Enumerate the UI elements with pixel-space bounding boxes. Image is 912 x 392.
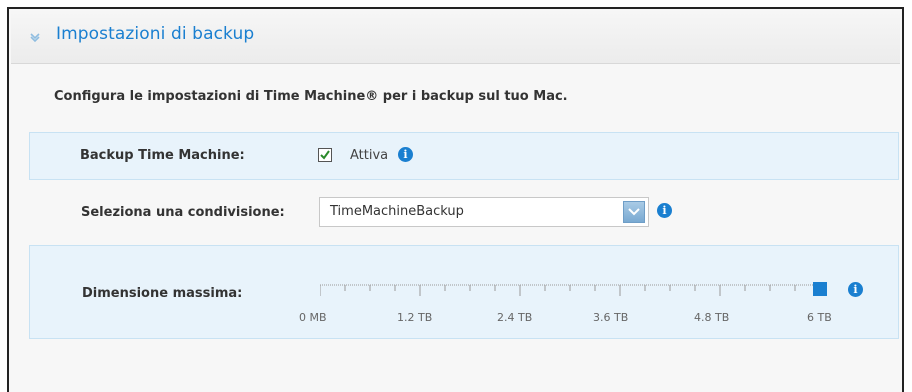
checkmark-icon	[320, 150, 330, 160]
share-select-value: TimeMachineBackup	[330, 204, 464, 219]
dropdown-button[interactable]	[623, 201, 645, 223]
section-description: Configura le impostazioni di Time Machin…	[54, 89, 568, 104]
section-header[interactable]: Impostazioni di backup	[11, 11, 900, 64]
max-size-slider[interactable]	[320, 282, 830, 308]
time-machine-row: Backup Time Machine: Attiva i	[29, 132, 899, 180]
slider-track[interactable]	[320, 282, 830, 308]
info-icon[interactable]: i	[848, 282, 863, 297]
tick-label: 2.4 TB	[497, 311, 533, 324]
slider-handle[interactable]	[813, 282, 827, 296]
info-icon[interactable]: i	[398, 147, 413, 162]
tick-label: 6 TB	[807, 311, 832, 324]
share-select[interactable]: TimeMachineBackup	[319, 197, 649, 227]
backup-settings-panel: Impostazioni di backup Configura le impo…	[7, 7, 904, 392]
time-machine-checkbox[interactable]	[318, 148, 332, 162]
section-title: Impostazioni di backup	[56, 24, 255, 44]
tick-label: 0 MB	[299, 311, 327, 324]
max-size-label: Dimensione massima:	[82, 286, 243, 301]
max-size-row: Dimensione massima: i 0 MB 1.2 TB 2.4 TB…	[29, 245, 899, 339]
time-machine-label: Backup Time Machine:	[80, 148, 245, 163]
tick-label: 1.2 TB	[397, 311, 433, 324]
chevron-down-icon[interactable]	[29, 31, 41, 43]
dropdown-arrow-icon	[628, 208, 640, 216]
checkbox-label: Attiva	[350, 148, 389, 163]
tick-label: 4.8 TB	[694, 311, 730, 324]
slider-minor-ticks	[320, 285, 821, 296]
info-icon[interactable]: i	[657, 203, 672, 218]
tick-label: 3.6 TB	[593, 311, 629, 324]
share-label: Seleziona una condivisione:	[81, 205, 285, 220]
